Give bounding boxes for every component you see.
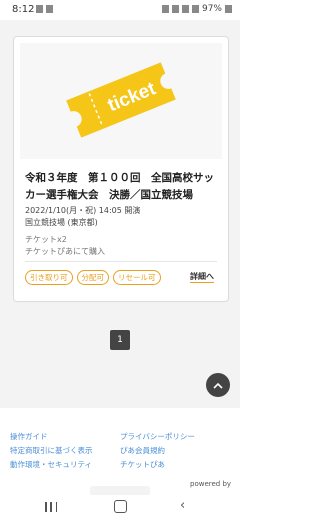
powered-by: powered by — [190, 480, 232, 488]
chevron-up-icon — [213, 382, 223, 389]
status-right: 97% — [161, 4, 232, 14]
event-title: 令和３年度 第１００回 全国高校サッカー選手権大会 決勝／国立競技場 — [25, 172, 214, 201]
footer-link-privacy[interactable]: プライバシーポリシー — [120, 431, 195, 442]
footer-link-ticketpia[interactable]: チケットぴあ — [120, 459, 165, 470]
purchase-method: チケットぴあにて購入 — [25, 247, 105, 256]
details-link[interactable]: 詳細へ — [190, 271, 214, 283]
badge-distribute: 分配可 — [76, 270, 109, 285]
android-nav-bar: ‹ — [0, 495, 240, 520]
back-icon[interactable]: ‹ — [180, 498, 185, 513]
page-button-current[interactable]: 1 — [110, 330, 130, 350]
ticket-card[interactable]: ticket 令和３年度 第１００回 全国高校サッカー選手権大会 決勝／国立競技… — [13, 36, 229, 302]
badge-pickup: 引き取り可 — [25, 270, 73, 285]
footer-link-member-terms[interactable]: ぴあ会員規約 — [120, 445, 165, 456]
status-time: 8:12 — [12, 4, 35, 15]
event-datetime: 2022/1/10(月・祝) 14:05 開演 — [25, 206, 141, 215]
signal-icon — [191, 5, 199, 13]
status-bar: 8:12 97% — [0, 0, 240, 20]
footer-link-commerce-law[interactable]: 特定商取引に基づく表示 — [10, 445, 93, 456]
footer-link-environment[interactable]: 動作環境・セキュリティ — [10, 459, 92, 470]
ticket-icon: ticket — [66, 62, 176, 138]
divider — [25, 261, 217, 262]
notification-icon — [46, 5, 53, 13]
scroll-to-top-button[interactable] — [206, 373, 230, 397]
battery-level: 97% — [201, 4, 222, 14]
wifi-icon — [181, 5, 189, 13]
recent-apps-icon[interactable] — [45, 502, 57, 512]
badge-resale: リセール可 — [113, 270, 161, 285]
ticket-image-area: ticket — [20, 43, 222, 159]
notification-icon — [36, 5, 43, 13]
mute-icon — [171, 5, 179, 13]
ticket-count: チケットx2 — [25, 235, 67, 244]
notification-icons — [36, 5, 53, 13]
event-venue: 国立競技場 (東京都) — [25, 218, 98, 227]
footer-link-guide[interactable]: 操作ガイド — [10, 431, 48, 442]
alarm-icon — [161, 5, 169, 13]
battery-icon — [225, 5, 232, 13]
badge-list: 引き取り可 分配可 リセール可 — [25, 270, 161, 285]
home-icon[interactable] — [114, 500, 127, 513]
